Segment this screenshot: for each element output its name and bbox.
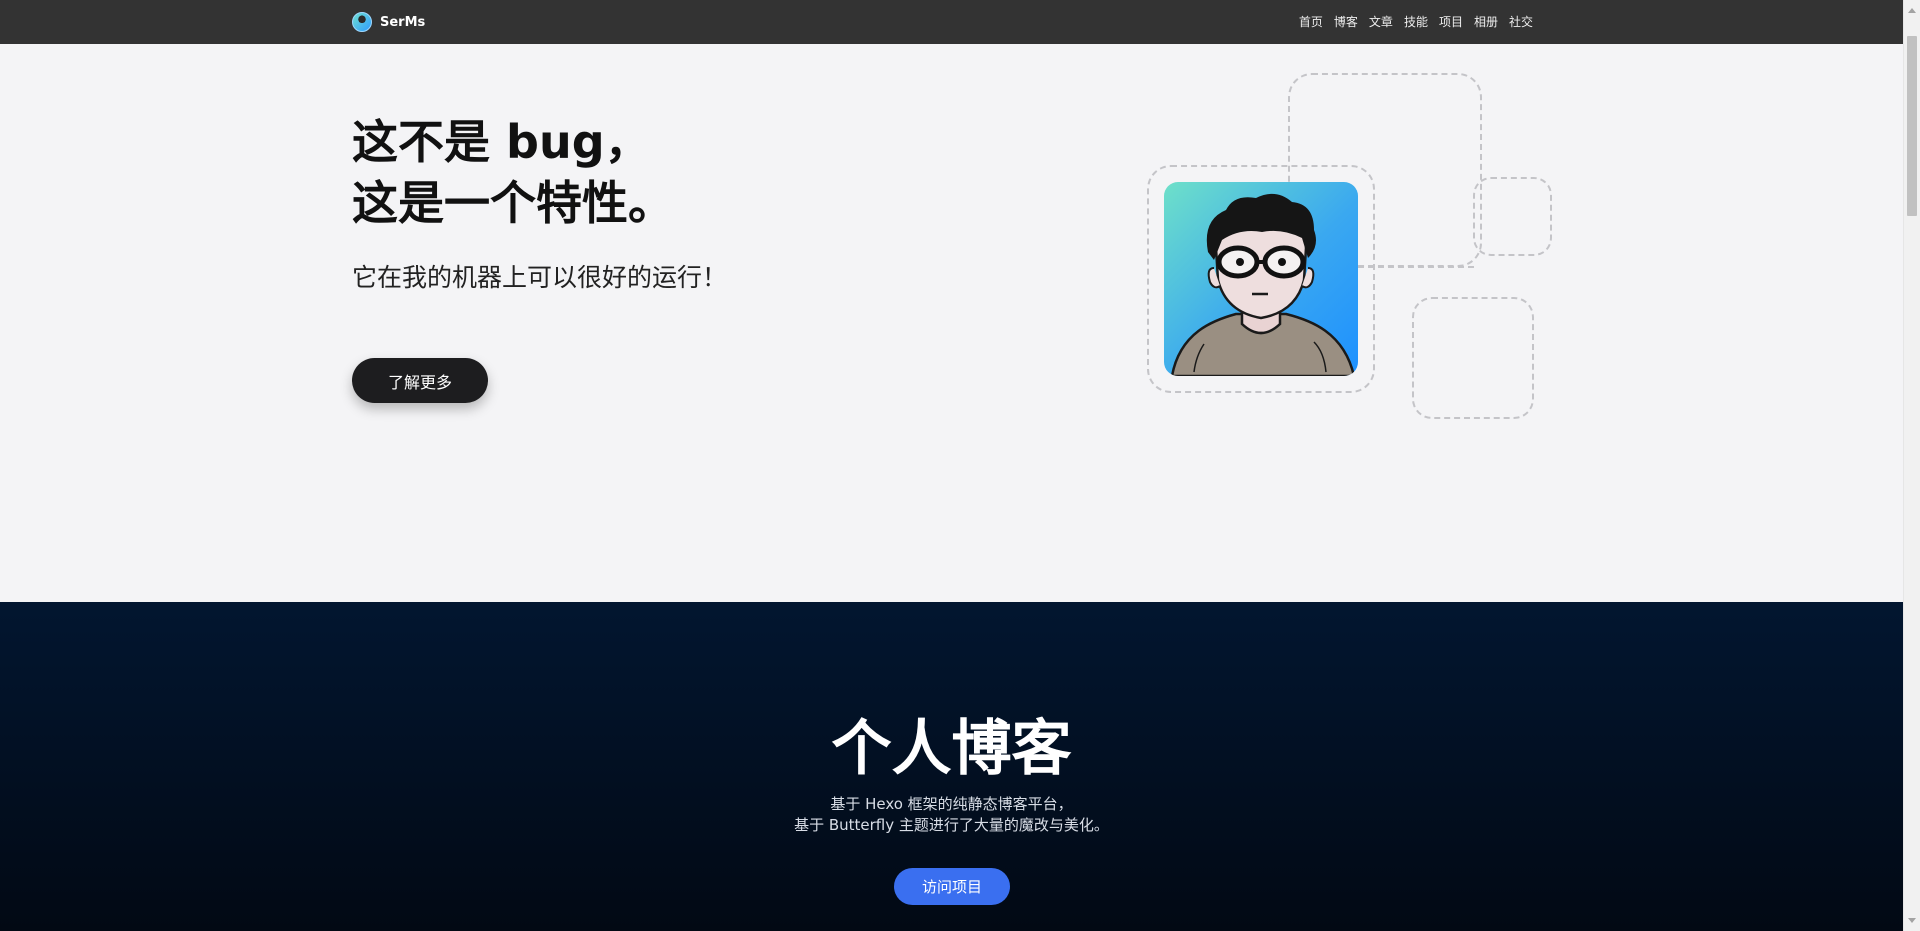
blog-section-description: 基于 Hexo 框架的纯静态博客平台， 基于 Butterfly 主题进行了大量… — [0, 794, 1903, 836]
blog-section-title: 个人博客 — [831, 714, 1072, 784]
nav-item-album[interactable]: 相册 — [1474, 13, 1498, 30]
learn-more-button[interactable]: 了解更多 — [352, 358, 488, 403]
nav-item-projects[interactable]: 项目 — [1439, 13, 1463, 30]
nav-item-social[interactable]: 社交 — [1509, 13, 1533, 30]
scroll-up-arrow-icon[interactable] — [1908, 8, 1916, 13]
hero-title-line2: 这是一个特性。 — [352, 176, 674, 230]
scroll-down-arrow-icon[interactable] — [1908, 918, 1916, 923]
blog-desc-line1: 基于 Hexo 框架的纯静态博客平台， — [830, 795, 1073, 813]
cartoon-person-icon — [1170, 193, 1356, 376]
blog-section: 个人博客 基于 Hexo 框架的纯静态博客平台， 基于 Butterfly 主题… — [0, 602, 1903, 931]
main-nav: 首页 博客 文章 技能 项目 相册 社交 — [1299, 13, 1533, 30]
profile-avatar-image — [1164, 182, 1358, 376]
decor-frame-small — [1473, 177, 1552, 256]
page: SerMs 首页 博客 文章 技能 项目 相册 社交 这不是 bug， 这是一个… — [0, 0, 1920, 931]
brand-name: SerMs — [380, 14, 426, 30]
blog-desc-line2: 基于 Butterfly 主题进行了大量的魔改与美化。 — [794, 816, 1109, 834]
hero-section: 这不是 bug， 这是一个特性。 它在我的机器上可以很好的运行！ 了解更多 — [0, 44, 1903, 602]
nav-item-articles[interactable]: 文章 — [1369, 13, 1393, 30]
nav-item-skills[interactable]: 技能 — [1404, 13, 1428, 30]
visit-project-button[interactable]: 访问项目 — [894, 868, 1010, 905]
nav-item-home[interactable]: 首页 — [1299, 13, 1323, 30]
page-scrollbar[interactable] — [1903, 0, 1920, 931]
hero-title: 这不是 bug， 这是一个特性。 — [352, 112, 674, 234]
decor-frame-bottom — [1412, 297, 1534, 419]
brand[interactable]: SerMs — [352, 11, 425, 33]
brand-avatar-icon — [352, 12, 372, 32]
top-nav: SerMs 首页 博客 文章 技能 项目 相册 社交 — [0, 0, 1903, 44]
nav-item-blog[interactable]: 博客 — [1334, 13, 1358, 30]
hero-subtitle: 它在我的机器上可以很好的运行！ — [352, 263, 728, 292]
decor-connector — [1358, 266, 1474, 268]
scroll-thumb[interactable] — [1907, 36, 1917, 216]
hero-title-line1: 这不是 bug， — [352, 115, 651, 169]
